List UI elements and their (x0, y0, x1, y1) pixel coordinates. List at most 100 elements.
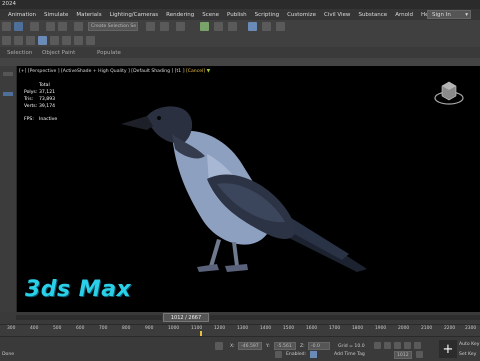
ruler-tick: 2100 (421, 326, 433, 331)
ruler-tick: 1600 (306, 326, 318, 331)
align-icon[interactable] (160, 22, 169, 31)
ruler-tick: 600 (76, 326, 85, 331)
ruler-tick: 1900 (375, 326, 387, 331)
panel-tab[interactable] (3, 72, 13, 76)
cancel-render-button[interactable]: [Cancel] (186, 69, 205, 74)
menu-scripting[interactable]: Scripting (255, 12, 279, 18)
y-field[interactable]: -5.561 (274, 342, 296, 350)
ruler-tick: 1400 (260, 326, 272, 331)
material-editor-icon[interactable] (228, 22, 237, 31)
filter-icon[interactable]: ▼ (207, 69, 211, 74)
x-field[interactable]: -46.597 (238, 342, 262, 350)
isolate-icon[interactable] (275, 351, 282, 358)
menu-scene[interactable]: Scene (202, 12, 219, 18)
perspective-viewport[interactable]: [+] [Perspective ] [ActiveShade + High Q… (17, 66, 480, 312)
command-panel (0, 66, 17, 312)
frame-counter: 1012 / 2667 (170, 314, 202, 321)
rotate-icon[interactable] (46, 22, 55, 31)
scene-explorer-icon[interactable] (176, 22, 185, 31)
display-icon[interactable] (50, 36, 59, 45)
ruler-tick: 1000 (168, 326, 180, 331)
undo-icon[interactable] (2, 22, 11, 31)
tab-object-paint[interactable]: Object Paint (42, 50, 90, 56)
lock-icon[interactable] (215, 342, 223, 350)
ruler-tick: 1800 (352, 326, 364, 331)
chevron-down-icon: ▾ (465, 11, 468, 18)
snap-icon[interactable] (74, 22, 83, 31)
render-setup-icon[interactable] (248, 22, 257, 31)
tab-populate[interactable]: Populate (97, 50, 125, 56)
auto-key-button[interactable]: Auto Key (459, 342, 479, 347)
mirror-icon[interactable] (146, 22, 155, 31)
time-config-icon[interactable] (416, 351, 423, 358)
app-title: 2024 (2, 1, 16, 7)
motion-icon[interactable] (38, 36, 47, 45)
z-value: -0.0 (311, 343, 320, 349)
set-key-button[interactable]: Set Key (459, 352, 476, 357)
enabled-label: Enabled: (286, 352, 307, 357)
status-bar: Done X: -46.597 Y: -5.561 Z: -0.0 Grid =… (0, 336, 480, 361)
key-filters-plus-icon[interactable]: + (439, 340, 457, 358)
link-icon[interactable] (14, 22, 23, 31)
ruler-tick: 2000 (398, 326, 410, 331)
stats-header: Total (39, 83, 50, 88)
crow-model[interactable] (117, 94, 377, 279)
time-slider[interactable] (0, 312, 480, 324)
ribbon-tabs: Selection Object Paint Populate (0, 47, 480, 58)
menu-animation[interactable]: Animation (8, 12, 36, 18)
z-label: Z: (300, 344, 305, 349)
next-frame-icon[interactable] (404, 342, 411, 349)
viewcube-icon[interactable] (432, 78, 466, 108)
add-time-tag-button[interactable]: Add Time Tag (334, 352, 365, 357)
viewport-label[interactable]: [+] [Perspective ] [ActiveShade + High Q… (19, 69, 210, 74)
menu-lighting-cameras[interactable]: Lighting/Cameras (110, 12, 159, 18)
ruler-tick: 1500 (283, 326, 295, 331)
select-move-icon[interactable] (30, 22, 39, 31)
time-slider-thumb[interactable]: 1012 / 2667 (163, 313, 209, 322)
menu-customize[interactable]: Customize (287, 12, 316, 18)
go-to-start-icon[interactable] (374, 342, 381, 349)
sign-in-button[interactable]: Sign In ▾ (427, 10, 471, 19)
status-text: Done (2, 352, 15, 357)
menu-substance[interactable]: Substance (358, 12, 387, 18)
paint-icon[interactable] (74, 36, 83, 45)
ruler-tick: 1200 (214, 326, 226, 331)
ruler-tick: 2200 (444, 326, 456, 331)
enabled-toggle[interactable] (310, 351, 317, 358)
selection-set-placeholder: Create Selection Se (91, 24, 137, 29)
menu-materials[interactable]: Materials (76, 12, 101, 18)
menu-bar: Animation Simulate Materials Lighting/Ca… (0, 9, 480, 20)
prev-frame-icon[interactable] (384, 342, 391, 349)
play-icon[interactable] (394, 342, 401, 349)
3ds-max-watermark: 3ds Max (25, 277, 132, 302)
hierarchy-icon[interactable] (26, 36, 35, 45)
render-icon[interactable] (276, 22, 285, 31)
menu-arnold[interactable]: Arnold (395, 12, 413, 18)
current-frame-value: 1012 (397, 352, 409, 358)
z-field[interactable]: -0.0 (308, 342, 330, 350)
modify-icon[interactable] (14, 36, 23, 45)
menu-rendering[interactable]: Rendering (166, 12, 194, 18)
menu-publish[interactable]: Publish (227, 12, 247, 18)
scale-icon[interactable] (58, 22, 67, 31)
render-frame-icon[interactable] (262, 22, 271, 31)
schematic-view-icon[interactable] (214, 22, 223, 31)
y-value: -5.561 (277, 343, 292, 349)
layer-icon[interactable] (86, 36, 95, 45)
menu-simulate[interactable]: Simulate (44, 12, 68, 18)
utilities-icon[interactable] (62, 36, 71, 45)
ruler-tick: 700 (99, 326, 108, 331)
ruler-tick: 1300 (237, 326, 249, 331)
current-frame-field[interactable]: 1012 (394, 351, 412, 359)
ruler-tick: 2300 (465, 326, 477, 331)
sign-in-label: Sign In (432, 11, 451, 18)
go-to-end-icon[interactable] (414, 342, 421, 349)
selection-set-dropdown[interactable]: Create Selection Se (88, 22, 138, 31)
ruler-tick: 300 (7, 326, 16, 331)
panel-tab-active[interactable] (3, 92, 13, 96)
curve-editor-icon[interactable] (200, 22, 209, 31)
menu-civil-view[interactable]: Civil View (324, 12, 350, 18)
create-icon[interactable] (2, 36, 11, 45)
viewport-label-text[interactable]: [+] [Perspective ] [ActiveShade + High Q… (19, 69, 185, 74)
tab-selection[interactable]: Selection (7, 50, 35, 56)
